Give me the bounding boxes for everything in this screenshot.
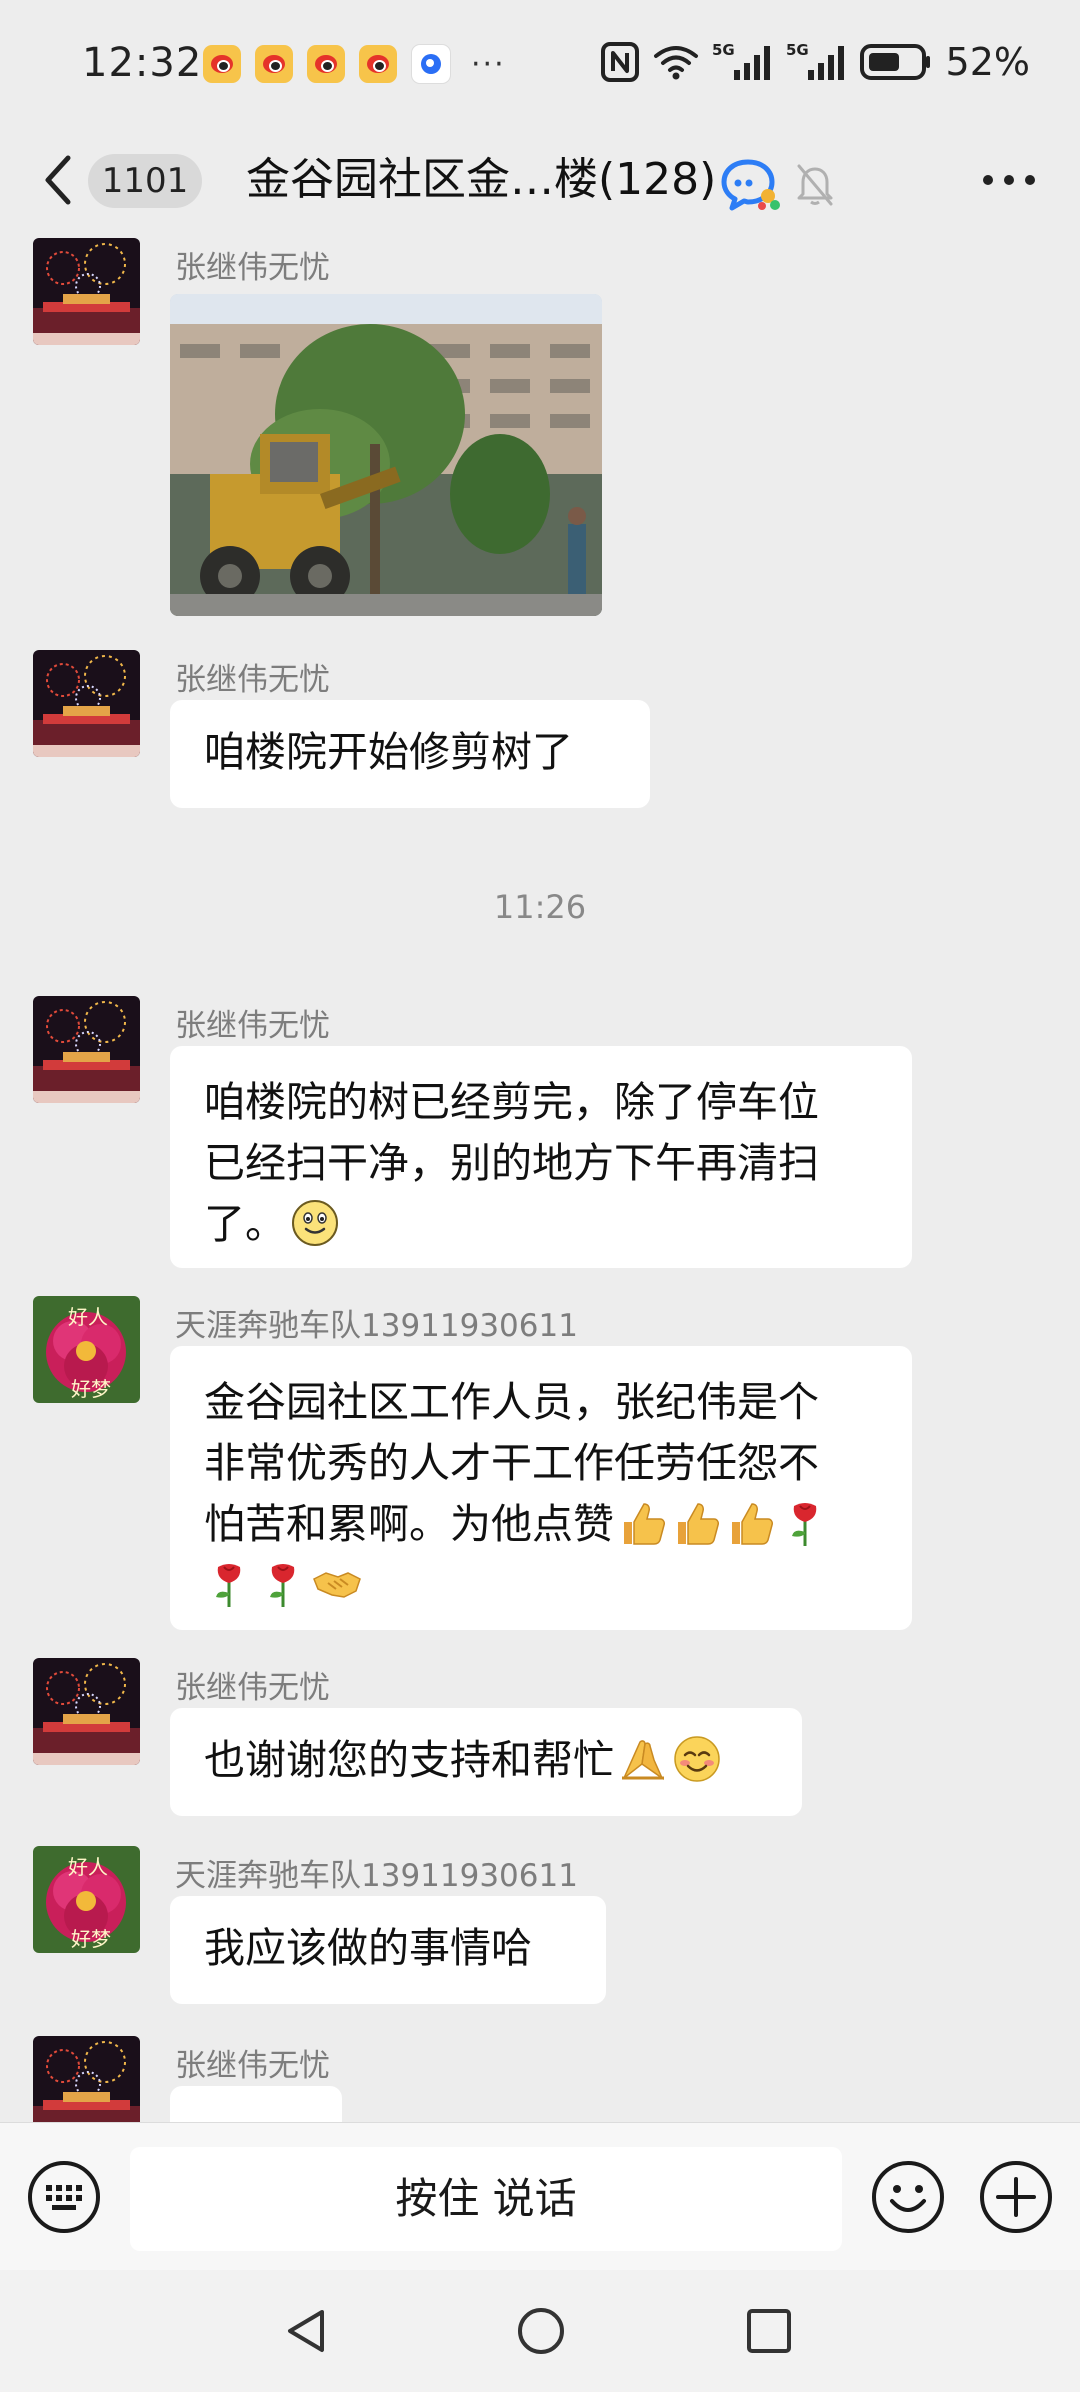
sender-name: 天涯奔驰车队13911930611 [175, 1308, 578, 1344]
message-bubble[interactable]: 金谷园社区工作人员，张纪伟是个 非常优秀的人才干工作任劳任怨不 怕苦和累啊。为他… [170, 1346, 912, 1630]
avatar[interactable]: 好人 好梦 [33, 1296, 140, 1403]
time-divider: 11:26 [493, 888, 587, 926]
message-line: 已经扫干净，别的地方下午再清扫 [204, 1139, 819, 1187]
handshake-emoji [313, 1572, 361, 1598]
message-bubble[interactable] [170, 2086, 342, 2122]
message-list[interactable]: 张继伟无忧 张继伟无忧 咱楼院开始修剪树了 11:26 张继伟无忧 咱楼院的树已… [0, 230, 1080, 2122]
nav-recents-icon[interactable] [744, 2306, 794, 2356]
message-bubble[interactable]: 我应该做的事情哈 [170, 1896, 606, 2004]
keyboard-icon[interactable] [26, 2159, 102, 2235]
message-text: 也谢谢您的支持和帮忙 [204, 1736, 614, 1784]
nav-home-icon[interactable] [516, 2306, 566, 2356]
chat-title[interactable]: 金谷园社区金…楼(128) [246, 152, 716, 208]
thumbs-up-emoji [732, 1503, 773, 1545]
svg-text:5G: 5G [786, 41, 809, 59]
fireworks-avatar-image [33, 996, 140, 1103]
avatar[interactable]: 好人 好梦 [33, 1846, 140, 1953]
more-icon[interactable] [974, 160, 1044, 200]
message-text: 了。 [204, 1200, 286, 1248]
signal-5g-icon: 5G [712, 41, 770, 80]
avatar[interactable] [33, 238, 140, 345]
message-line: 了。 [204, 1194, 880, 1255]
sender-name: 张继伟无忧 [175, 1670, 330, 1706]
mute-bell-icon [797, 164, 833, 206]
thumbs-up-emoji [678, 1503, 719, 1545]
sender-name: 张继伟无忧 [175, 1008, 330, 1044]
avatar[interactable] [33, 2036, 140, 2122]
svg-text:好梦: 好梦 [71, 1927, 111, 1951]
status-time: 12:32 [82, 40, 203, 86]
avatar[interactable] [33, 1658, 140, 1765]
message-line: 非常优秀的人才干工作任劳任怨不 [204, 1439, 819, 1487]
sender-name: 天涯奔驰车队13911930611 [175, 1858, 578, 1894]
back-button[interactable] [38, 152, 78, 208]
message-bubble[interactable]: 咱楼院的树已经剪完，除了停车位 已经扫干净，别的地方下午再清扫 了。 [170, 1046, 912, 1268]
sender-name: 张继伟无忧 [175, 662, 330, 698]
wifi-icon [653, 46, 698, 80]
system-nav-bar [0, 2270, 1080, 2392]
svg-text:好人: 好人 [68, 1855, 108, 1879]
avatar[interactable] [33, 996, 140, 1103]
weibo-icon [203, 45, 241, 83]
plus-icon[interactable] [978, 2159, 1054, 2235]
sender-name: 张继伟无忧 [175, 250, 330, 286]
message-line: 咱楼院的树已经剪完，除了停车位 [204, 1078, 819, 1126]
rose-emoji [792, 1503, 817, 1546]
svg-text:5G: 5G [712, 41, 735, 59]
more-notifications-indicator: ··· [471, 46, 506, 82]
notification-icons: ··· [203, 44, 506, 84]
svg-text:好梦: 好梦 [71, 1377, 111, 1401]
chat-screen: 12:32 ··· 5G 5G 52% 1101 金谷园社区金…楼(128) 张… [0, 0, 1080, 2392]
input-bar: 按住 说话 [0, 2122, 1080, 2271]
fireworks-avatar-image [33, 1658, 140, 1765]
message-bubble[interactable]: 咱楼院开始修剪树了 [170, 700, 650, 808]
weibo-icon [307, 45, 345, 83]
message-text: 怕苦和累啊。为他点赞 [204, 1500, 614, 1548]
fireworks-avatar-image [33, 2036, 140, 2122]
smile-emoji [292, 1200, 338, 1246]
peony-avatar-image: 好人 好梦 [33, 1846, 140, 1953]
hold-to-talk-button[interactable]: 按住 说话 [130, 2147, 842, 2251]
rose-emoji [216, 1564, 241, 1607]
message-line [204, 1555, 880, 1616]
emoji-icon[interactable] [870, 2159, 946, 2235]
message-text: 我应该做的事情哈 [204, 1924, 532, 1972]
sender-name: 张继伟无忧 [175, 2048, 330, 2084]
fireworks-avatar-image [33, 650, 140, 757]
system-icons: 5G 5G 52% [600, 40, 1030, 84]
svg-text:好人: 好人 [68, 1305, 108, 1329]
browser-icon [411, 44, 451, 84]
thumbs-up-emoji [624, 1503, 665, 1545]
signal-5g-icon: 5G [786, 41, 844, 80]
folded-hands-emoji [622, 1740, 664, 1781]
battery-percent: 52% [945, 40, 1030, 84]
avatar[interactable] [33, 650, 140, 757]
fireworks-avatar-image [33, 238, 140, 345]
nfc-icon [600, 42, 639, 82]
blush-emoji [674, 1736, 720, 1782]
weibo-icon [359, 45, 397, 83]
photo-message[interactable] [170, 294, 602, 616]
photo-excavator-tree [170, 294, 602, 616]
peony-avatar-image: 好人 好梦 [33, 1296, 140, 1403]
chat-header: 1101 金谷园社区金…楼(128) [0, 130, 1080, 230]
rose-emoji [270, 1564, 295, 1607]
chat-bubble-icon[interactable] [720, 156, 782, 212]
nav-back-icon[interactable] [282, 2306, 332, 2356]
status-bar: 12:32 ··· 5G 5G 52% [0, 0, 1080, 130]
message-text: 咱楼院开始修剪树了 [204, 728, 573, 776]
message-line: 金谷园社区工作人员，张纪伟是个 [204, 1378, 819, 1426]
message-bubble[interactable]: 也谢谢您的支持和帮忙 [170, 1708, 802, 1816]
message-line: 怕苦和累啊。为他点赞 [204, 1494, 880, 1555]
unread-count-badge[interactable]: 1101 [88, 154, 202, 208]
weibo-icon [255, 45, 293, 83]
battery-icon [859, 44, 930, 80]
